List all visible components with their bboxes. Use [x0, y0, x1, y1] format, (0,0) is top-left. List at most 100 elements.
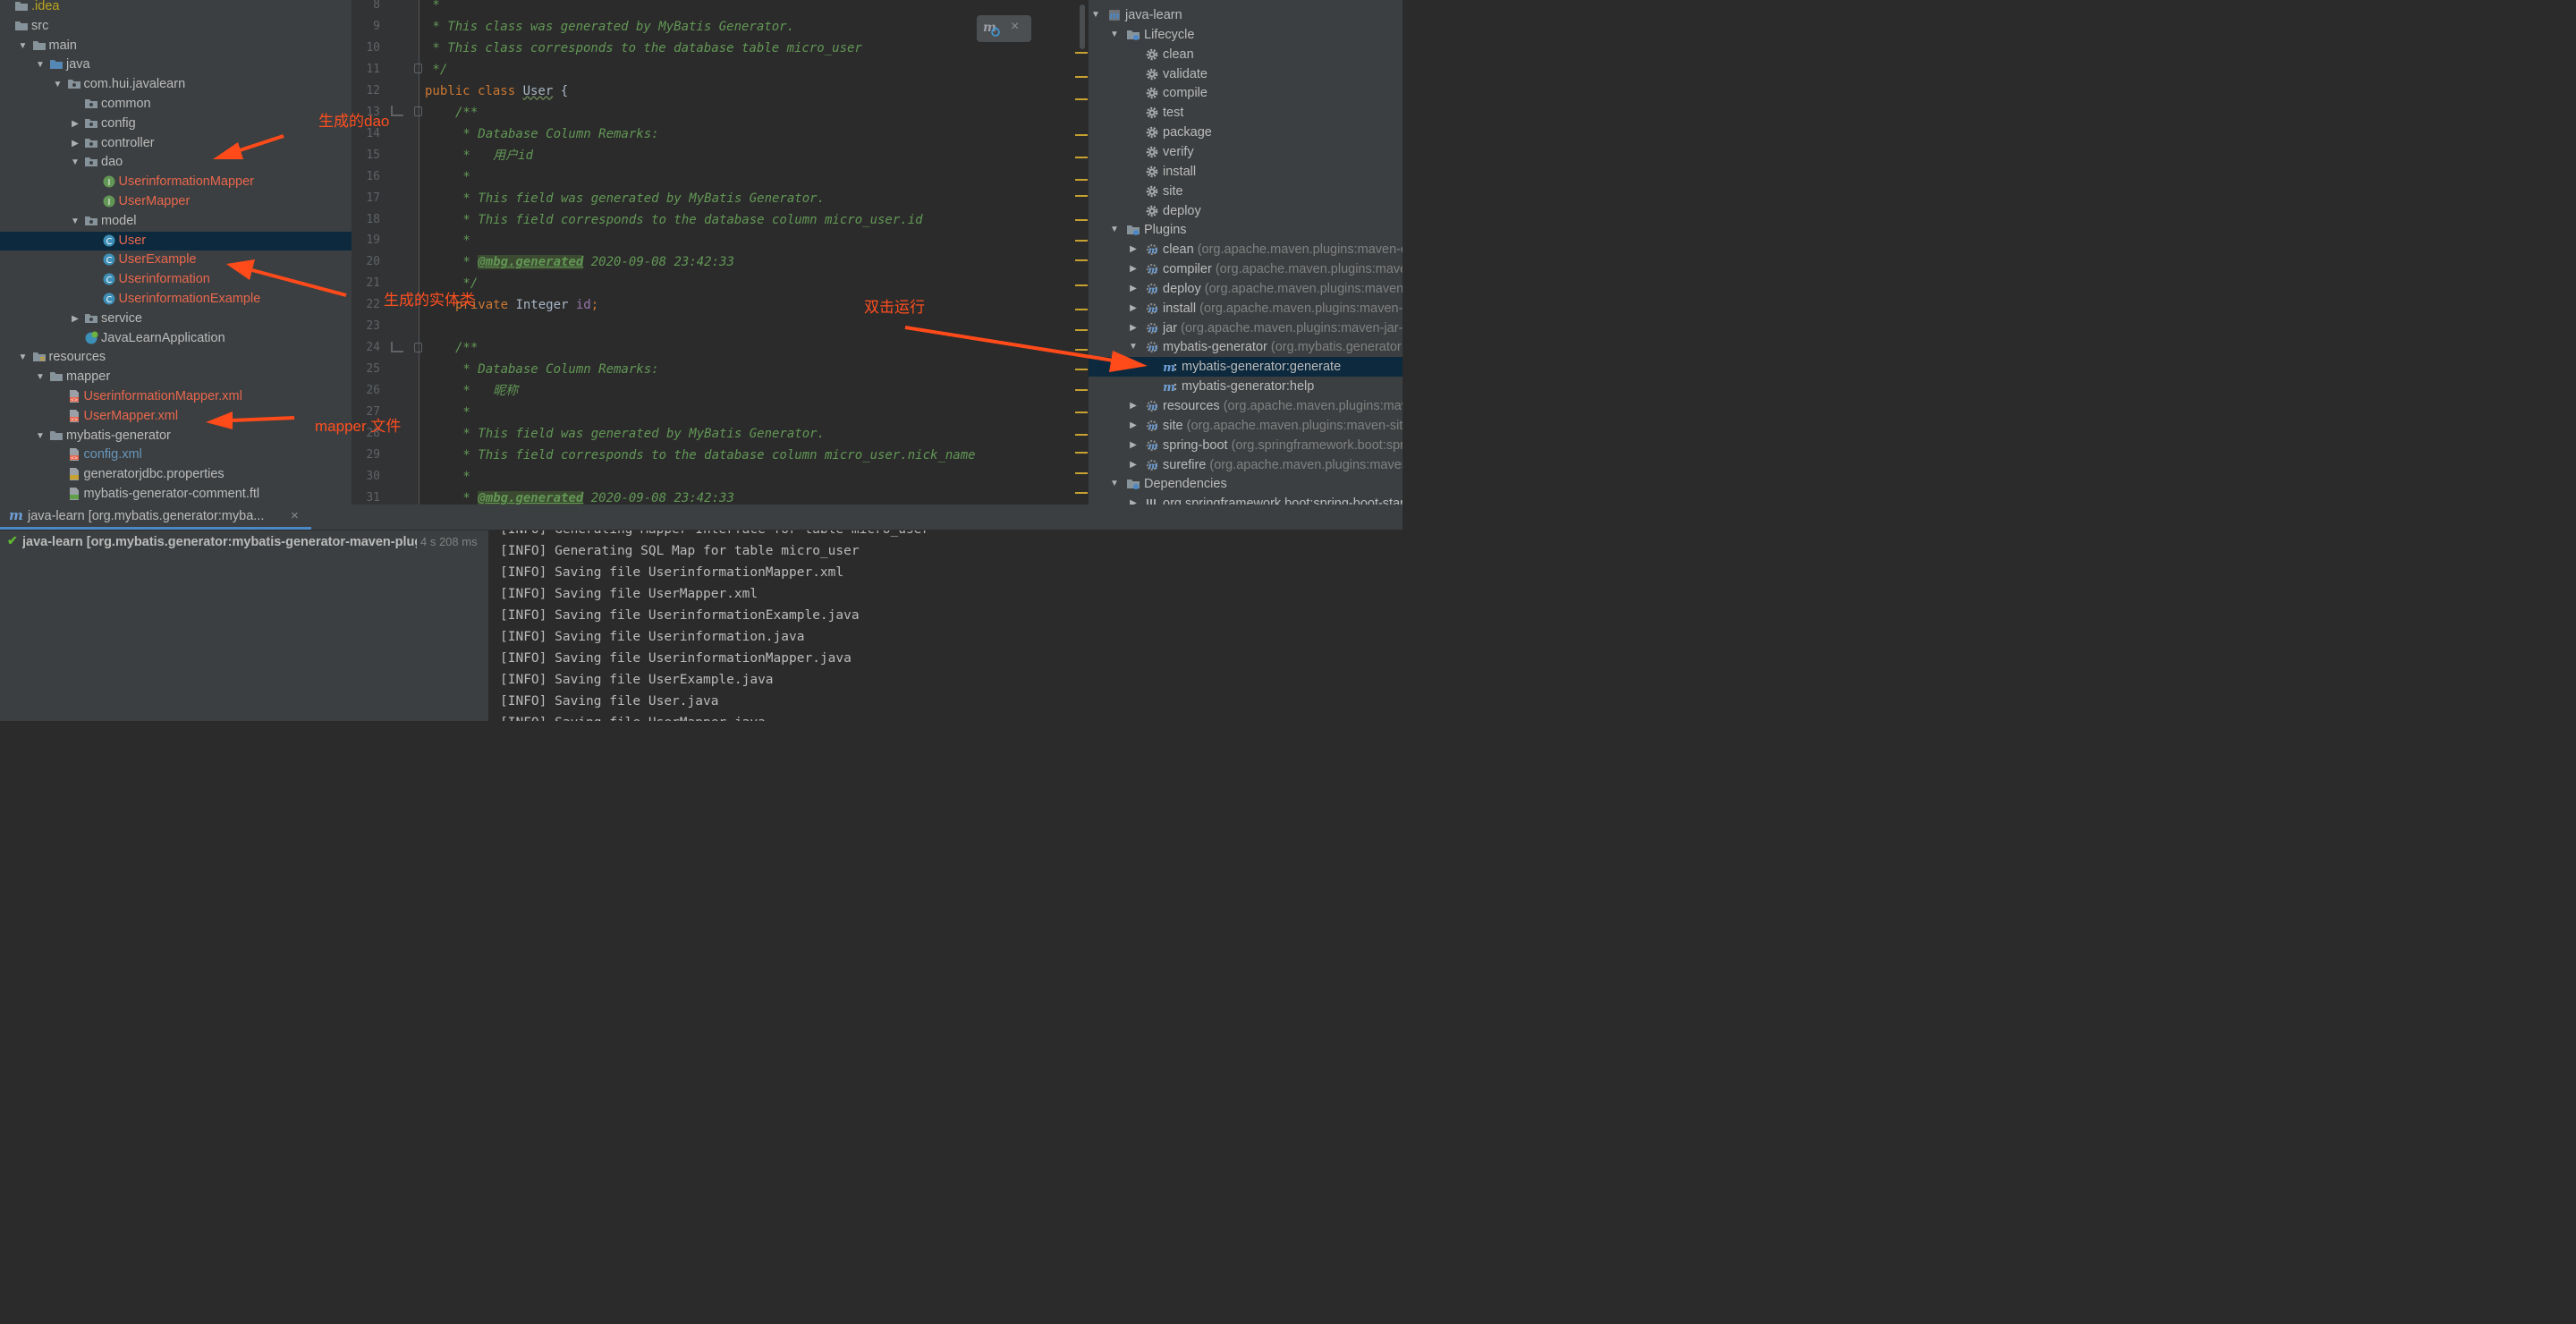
maven-tree-row[interactable]: compile [1089, 83, 1402, 103]
project-tree-row[interactable]: .idea [0, 0, 352, 16]
maven-tree-row[interactable]: site [1089, 182, 1402, 201]
project-tree-row[interactable]: ▼ com.hui.javalearn [0, 75, 352, 94]
maven-tree-row[interactable]: ▼ m java-learn [1089, 5, 1402, 25]
doc-render-icon[interactable] [391, 342, 403, 352]
project-tree-row[interactable]: generatorjdbc.properties [0, 465, 352, 484]
chevron-right-icon[interactable]: ▶ [1128, 240, 1139, 259]
chevron-right-icon[interactable]: ▶ [70, 115, 80, 133]
project-tree-row[interactable]: C User [0, 231, 352, 250]
scroll-thumb[interactable] [1080, 4, 1085, 49]
warning-marker[interactable] [1075, 179, 1088, 181]
warning-marker[interactable] [1075, 240, 1088, 242]
project-tree-row[interactable]: <> UserinformationMapper.xml [0, 387, 352, 406]
project-tree-row[interactable]: ▶ service [0, 310, 352, 328]
chevron-down-icon[interactable]: ▼ [53, 75, 64, 94]
maven-tree-row[interactable]: ▶ m clean (org.apache.maven.plugins:maven-… [1089, 240, 1402, 259]
maven-tree-row[interactable]: ▼ Plugins [1089, 220, 1402, 240]
maven-reload-popup[interactable]: m × [977, 15, 1031, 42]
maven-tree-row[interactable]: m mybatis-generator:help [1089, 377, 1402, 396]
run-task-row[interactable]: ✔ java-learn [org.mybatis.generator:myba… [0, 532, 488, 552]
project-tree-row[interactable]: ▼ mybatis-generator [0, 427, 352, 446]
chevron-right-icon[interactable]: ▶ [70, 134, 80, 153]
maven-tree-row[interactable]: ▼ Lifecycle [1089, 25, 1402, 45]
chevron-down-icon[interactable]: ▼ [18, 37, 29, 55]
warning-marker[interactable] [1075, 284, 1088, 286]
maven-tree-row[interactable]: deploy [1089, 201, 1402, 221]
project-tree-row[interactable]: I UserMapper [0, 192, 352, 211]
chevron-right-icon[interactable]: ▶ [1128, 396, 1139, 415]
project-tree-row[interactable]: <> UserMapper.xml [0, 407, 352, 426]
chevron-right-icon[interactable]: ▶ [1128, 318, 1139, 337]
warning-marker[interactable] [1075, 134, 1088, 136]
warning-marker[interactable] [1075, 195, 1088, 197]
maven-tree-row[interactable]: validate [1089, 64, 1402, 84]
warning-marker[interactable] [1075, 157, 1088, 158]
maven-tree-row[interactable]: clean [1089, 45, 1402, 64]
project-tree-row[interactable]: ▼ model [0, 212, 352, 231]
chevron-right-icon[interactable]: ▶ [1128, 436, 1139, 454]
project-tree-row[interactable]: ▼ mapper [0, 368, 352, 386]
chevron-right-icon[interactable]: ▶ [70, 310, 80, 328]
run-tab[interactable]: m java-learn [org.mybatis.generator:myba… [0, 505, 311, 530]
warning-marker[interactable] [1075, 76, 1088, 78]
maven-tree-row[interactable]: ▼ m mybatis-generator (org.mybatis.generat… [1089, 337, 1402, 357]
chevron-down-icon[interactable]: ▼ [1109, 25, 1120, 44]
fold-marker-icon[interactable] [414, 106, 422, 116]
project-tree-row[interactable]: C UserinformationExample [0, 290, 352, 309]
project-tree-row[interactable]: mybatis-generator-comment.ftl [0, 485, 352, 504]
project-tree-row[interactable]: ▼ main [0, 37, 352, 55]
run-tab-close-icon[interactable]: × [291, 508, 299, 523]
maven-tree-row[interactable]: ▶ m install (org.apache.maven.plugins:mave… [1089, 299, 1402, 318]
chevron-down-icon[interactable]: ▼ [1090, 5, 1101, 24]
run-tab-label[interactable]: java-learn [org.mybatis.generator:myba..… [28, 509, 264, 523]
maven-tree-row[interactable]: verify [1089, 142, 1402, 162]
project-tree-row[interactable]: ▼ java [0, 55, 352, 74]
chevron-right-icon[interactable]: ▶ [1128, 299, 1139, 318]
project-tree-row[interactable]: ▶ controller [0, 134, 352, 153]
maven-tree-row[interactable]: m mybatis-generator:generate [1089, 357, 1402, 378]
warning-marker[interactable] [1075, 52, 1088, 54]
chevron-down-icon[interactable]: ▼ [35, 55, 46, 74]
warning-marker[interactable] [1075, 452, 1088, 454]
maven-reload-icon[interactable]: m [982, 19, 1002, 38]
maven-tree-row[interactable]: install [1089, 162, 1402, 182]
warning-marker[interactable] [1075, 492, 1088, 494]
project-tree-row[interactable]: JavaLearnApplication [0, 329, 352, 348]
warning-marker[interactable] [1075, 349, 1088, 351]
project-tree-row[interactable]: ▼ resources [0, 348, 352, 367]
fold-marker-icon[interactable] [414, 64, 422, 73]
chevron-down-icon[interactable]: ▼ [35, 427, 46, 446]
maven-tree-row[interactable]: ▶ m resources (org.apache.maven.plugins:ma… [1089, 396, 1402, 416]
chevron-down-icon[interactable]: ▼ [1109, 474, 1120, 493]
warning-marker[interactable] [1075, 369, 1088, 370]
maven-tree-row[interactable]: ▼ Dependencies [1089, 474, 1402, 494]
warning-marker[interactable] [1075, 329, 1088, 331]
chevron-down-icon[interactable]: ▼ [1128, 337, 1139, 356]
project-tree-row[interactable]: ▶ config [0, 115, 352, 133]
chevron-right-icon[interactable]: ▶ [1128, 279, 1139, 298]
fold-marker-icon[interactable] [414, 343, 422, 352]
project-tree-row[interactable]: C Userinformation [0, 270, 352, 289]
chevron-right-icon[interactable]: ▶ [1128, 455, 1139, 474]
maven-tree-row[interactable]: test [1089, 103, 1402, 123]
maven-tree-row[interactable]: ▶ m site (org.apache.maven.plugins:maven-s… [1089, 416, 1402, 436]
project-tree-row[interactable]: <> config.xml [0, 446, 352, 464]
warning-marker[interactable] [1075, 412, 1088, 413]
warning-marker[interactable] [1075, 389, 1088, 391]
maven-tree-row[interactable]: ▶ m jar (org.apache.maven.plugins:maven-ja… [1089, 318, 1402, 338]
project-tree-row[interactable]: src [0, 17, 352, 36]
chevron-right-icon[interactable]: ▶ [1128, 259, 1139, 278]
warning-marker[interactable] [1075, 472, 1088, 474]
chevron-down-icon[interactable]: ▼ [18, 348, 29, 367]
doc-render-icon[interactable] [391, 106, 403, 116]
project-tree-row[interactable]: C UserExample [0, 250, 352, 269]
warning-marker[interactable] [1075, 434, 1088, 436]
chevron-right-icon[interactable]: ▶ [1128, 416, 1139, 435]
project-tree-row[interactable]: ▼ dao [0, 153, 352, 172]
warning-marker[interactable] [1075, 98, 1088, 100]
project-tree-row[interactable]: common [0, 95, 352, 114]
chevron-down-icon[interactable]: ▼ [70, 212, 80, 231]
chevron-down-icon[interactable]: ▼ [35, 368, 46, 386]
warning-marker[interactable] [1075, 259, 1088, 261]
warning-marker[interactable] [1075, 219, 1088, 221]
